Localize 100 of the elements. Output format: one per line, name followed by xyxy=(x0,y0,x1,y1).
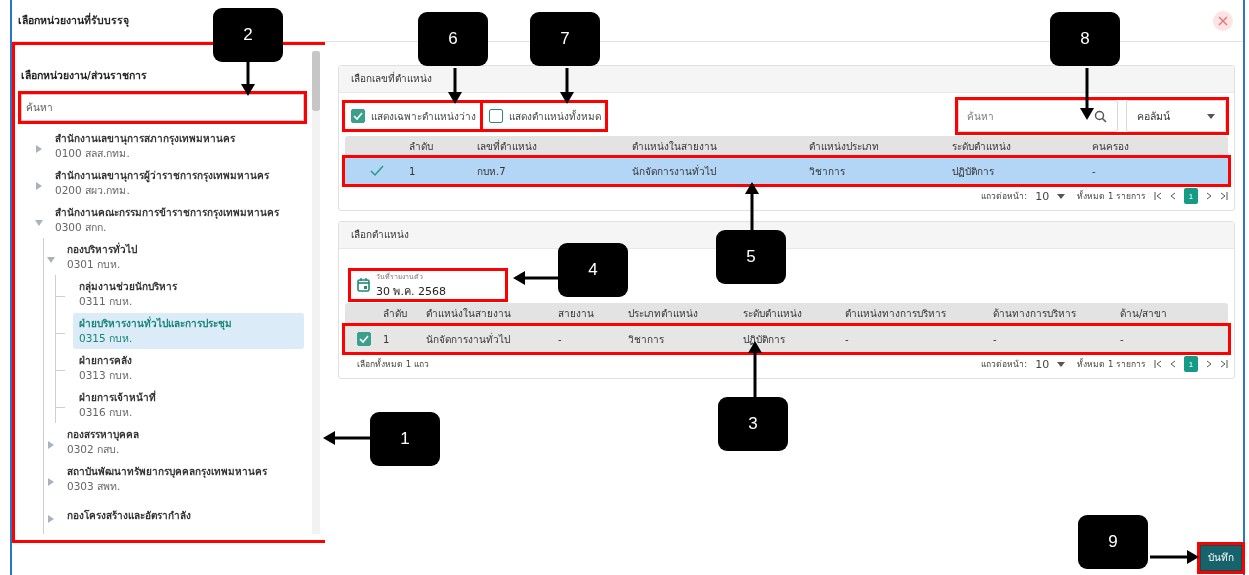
tree-item[interactable]: กองโครงสร้างและอัตรากำลัง xyxy=(61,505,304,526)
caret-down-icon[interactable] xyxy=(47,255,55,264)
tree-item[interactable]: ฝ่ายการคลัง 0313 กบห. xyxy=(73,349,304,386)
total-records-text: ทั้งหมด 1 รายการ xyxy=(1077,357,1146,371)
dropdown-caret-icon[interactable] xyxy=(1057,361,1066,367)
pointer-arrow xyxy=(1150,550,1199,564)
rows-per-page-label: แถวต่อหน้า: xyxy=(981,190,1028,203)
caret-right-icon[interactable] xyxy=(35,181,43,190)
pointer-arrow xyxy=(513,271,558,285)
previous-page-icon[interactable] xyxy=(1170,192,1176,200)
table-cell-text: นักจัดการงานทั่วไป xyxy=(426,331,511,347)
save-button[interactable]: บันทึก xyxy=(1200,544,1242,571)
filter-checkbox[interactable]: แสดงเฉพาะตำแหน่งว่าง xyxy=(345,103,480,129)
page-button[interactable]: 1 xyxy=(1184,188,1198,204)
tree-item[interactable]: กลุ่มงานช่วยนักบริหาร 0311 กบห. xyxy=(73,275,304,312)
tree-item[interactable]: สถาบันพัฒนาทรัพยากรบุคคลกรุงเทพมหานคร 0303 สพท. xyxy=(61,460,304,497)
table-row[interactable]: 1 นักจัดการงานทั่วไป - วิชาการ ปฏิบัติการ - - - xyxy=(345,326,1228,352)
table-cell-text: วิชาการ xyxy=(809,164,846,179)
column-header: ระดับตำแหน่ง xyxy=(743,306,803,321)
previous-page-icon[interactable] xyxy=(1170,360,1176,368)
next-page-icon[interactable] xyxy=(1206,360,1212,368)
tree-item[interactable]: กองสรรหาบุคคล 0302 กสบ. xyxy=(61,423,304,460)
column-header: สายงาน xyxy=(558,306,595,321)
calendar-icon xyxy=(357,278,370,292)
table-cell-text: - xyxy=(845,333,850,345)
column-header: ตำแหน่งประเภท xyxy=(809,139,880,154)
pointer-arrow xyxy=(1080,68,1094,120)
column-header: ลำดับ xyxy=(383,306,408,321)
date-value: 30 พ.ค. 2568 xyxy=(376,283,446,300)
step-number-callout: 3 xyxy=(718,397,788,451)
first-page-icon[interactable] xyxy=(1154,360,1162,368)
table-cell-text: - xyxy=(993,333,998,345)
table-cell-text: ปฏิบัติการ xyxy=(743,332,786,347)
table-cell-text: นักจัดการงานทั่วไป xyxy=(632,163,717,179)
pointer-arrow xyxy=(448,68,462,104)
pointer-arrow xyxy=(323,431,370,445)
table-cell-text: 1 xyxy=(383,333,391,345)
step-number-callout: 1 xyxy=(370,412,440,466)
checkbox-square[interactable] xyxy=(489,109,503,123)
page-button[interactable]: 1 xyxy=(1184,356,1198,372)
check-icon xyxy=(370,165,384,177)
step-number-callout: 8 xyxy=(1050,12,1120,66)
column-dropdown[interactable]: คอลัมน์ xyxy=(1126,100,1226,132)
table-cell-text: - xyxy=(1092,165,1097,177)
dropdown-caret-icon[interactable] xyxy=(1057,193,1066,199)
column-header: ตำแหน่งทางการบริหาร xyxy=(845,306,947,321)
table-row[interactable]: 1 กบห.7 นักจัดการงานทั่วไป วิชาการ ปฏิบัติการ - xyxy=(345,158,1228,184)
table-cell-text: - xyxy=(558,333,563,345)
card-title: เลือกเลขที่ตำแหน่ง xyxy=(339,66,1234,93)
step-number-callout: 7 xyxy=(530,12,600,66)
last-page-icon[interactable] xyxy=(1220,192,1228,200)
step-number-callout: 5 xyxy=(716,230,786,284)
pointer-arrow xyxy=(745,182,759,230)
column-header: ตำแหน่งในสายงาน xyxy=(426,306,512,321)
dialog-title: เลือกหน่วยงานที่รับบรรจุ xyxy=(18,12,130,29)
pointer-arrow xyxy=(241,62,255,96)
column-header: คนครอง xyxy=(1092,139,1130,154)
caret-down-icon[interactable] xyxy=(35,218,43,227)
rows-per-page-label: แถวต่อหน้า: xyxy=(981,358,1028,371)
dropdown-caret-icon xyxy=(1207,113,1215,119)
tree-item[interactable]: สำนักงานเลขานุการผู้ว่าราชการกรุงเทพมหานคร 0200 สผว.กทม. xyxy=(49,164,304,201)
tree-item[interactable]: กองบริหารทั่วไป 0301 กบห. xyxy=(61,238,304,275)
column-header: ลำดับ xyxy=(409,139,434,154)
scrollbar-thumb[interactable] xyxy=(312,51,320,111)
caret-right-icon[interactable] xyxy=(47,514,55,523)
first-page-icon[interactable] xyxy=(1154,192,1162,200)
tree-item[interactable]: สำนักงานคณะกรรมการข้าราชการกรุงเทพมหานคร 0300 สกก. xyxy=(49,201,304,238)
selection-summary: เลือกทั้งหมด 1 แถว xyxy=(357,357,429,371)
close-icon xyxy=(1218,15,1228,26)
rows-per-page-dropdown[interactable]: 10 xyxy=(1035,189,1050,203)
column-header: ระดับตำแหน่ง xyxy=(952,139,1012,154)
filter-checkbox[interactable]: แสดงตำแหน่งทั้งหมด xyxy=(483,103,605,129)
caret-right-icon[interactable] xyxy=(35,144,43,153)
table-cell-text: ปฏิบัติการ xyxy=(952,164,995,179)
last-page-icon[interactable] xyxy=(1220,360,1228,368)
tree-item[interactable]: ฝ่ายบริหารงานทั่วไปและการประชุม 0315 กบห. xyxy=(73,312,304,349)
step-number-callout: 4 xyxy=(558,243,628,297)
total-records-text: ทั้งหมด 1 รายการ xyxy=(1077,189,1146,203)
table-cell-text: 1 xyxy=(409,165,417,177)
caret-right-icon[interactable] xyxy=(47,477,55,486)
step-number-callout: 2 xyxy=(213,8,283,62)
panel-title: เลือกหน่วยงาน/ส่วนราชการ xyxy=(21,68,148,83)
unit-search-field[interactable]: ค้นหา xyxy=(21,94,304,121)
step-number-callout: 9 xyxy=(1078,515,1148,569)
next-page-icon[interactable] xyxy=(1206,192,1212,200)
close-button[interactable] xyxy=(1213,10,1233,31)
tree-item[interactable]: ฝ่ายการเจ้าหน้าที่ 0316 กบห. xyxy=(73,386,304,423)
tree-item[interactable]: สำนักงานเลขานุการสภากรุงเทพมหานคร 0100 สลส.กทม. xyxy=(49,127,304,164)
checkbox-square[interactable] xyxy=(357,332,371,346)
pointer-arrow xyxy=(560,68,574,104)
rows-per-page-dropdown[interactable]: 10 xyxy=(1035,357,1050,371)
checkbox-square[interactable] xyxy=(351,109,365,123)
column-header: ด้านทางการบริหาร xyxy=(993,306,1077,321)
table-cell-text: - xyxy=(1120,333,1125,345)
table-cell-text: วิชาการ xyxy=(628,332,665,347)
card-title: เลือกตำแหน่ง xyxy=(339,222,1234,249)
caret-right-icon[interactable] xyxy=(47,440,55,449)
search-field[interactable]: ค้นหา xyxy=(958,100,1118,132)
step-number-callout: 6 xyxy=(418,12,488,66)
column-header: เลขที่ตำแหน่ง xyxy=(477,138,538,154)
